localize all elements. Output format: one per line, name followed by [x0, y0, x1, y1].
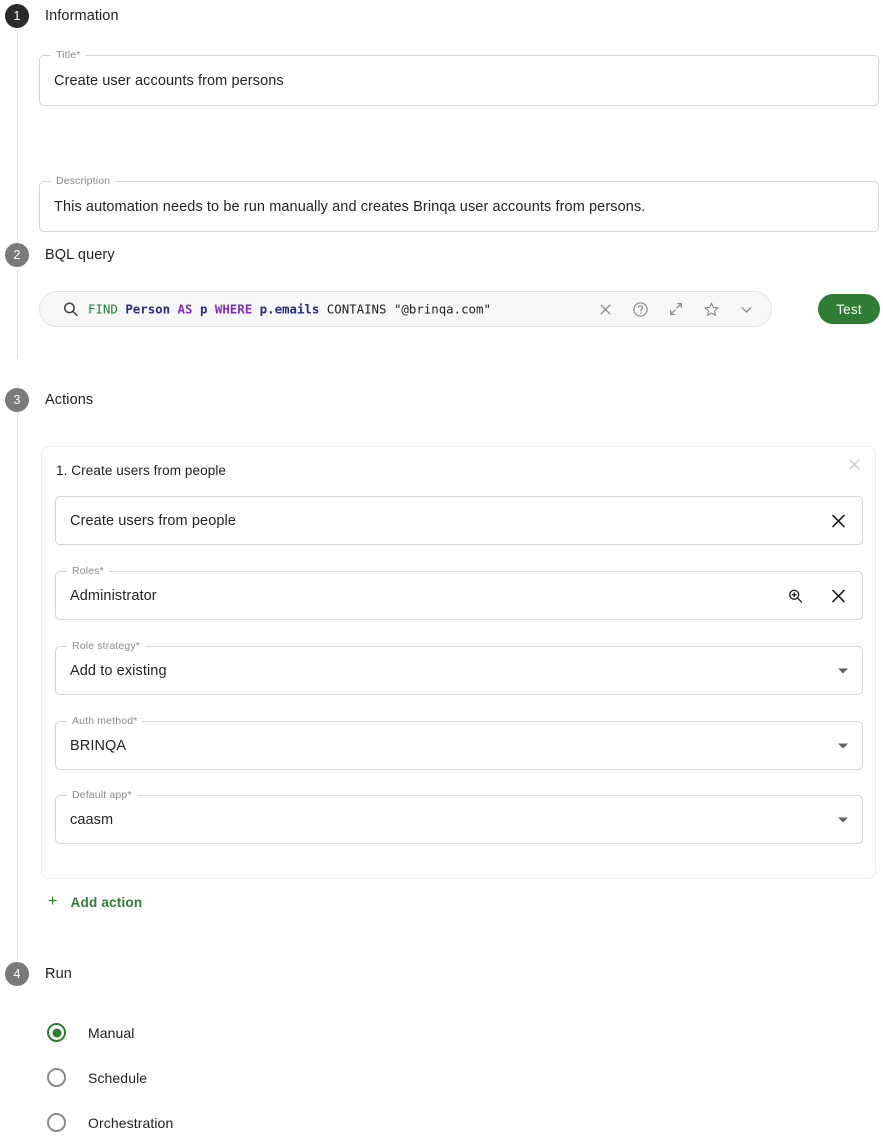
step-1-badge: 1: [5, 4, 29, 28]
default-app-field-value[interactable]: caasm: [70, 812, 113, 828]
step-2-header: 2 BQL query: [0, 243, 883, 267]
step-run: 4 Run: [0, 962, 883, 986]
default-app-field[interactable]: Default app* caasm: [55, 789, 863, 844]
role-strategy-field[interactable]: Role strategy* Add to existing: [55, 640, 863, 695]
run-option-schedule-label: Schedule: [88, 1069, 148, 1086]
auth-method-dropdown-icon[interactable]: [838, 743, 848, 748]
role-strategy-dropdown-icon[interactable]: [838, 668, 848, 673]
step-4-badge: 4: [5, 962, 29, 986]
add-action-button[interactable]: + Add action: [48, 894, 142, 910]
step-actions: 3 Actions: [0, 388, 883, 412]
clear-icon[interactable]: [598, 302, 613, 317]
step-information: 1 Information: [0, 4, 883, 28]
action-name-field-value[interactable]: Create users from people: [70, 513, 236, 529]
run-option-schedule[interactable]: Schedule: [47, 1068, 147, 1087]
run-option-manual[interactable]: Manual: [47, 1023, 135, 1042]
action-card-title: 1. Create users from people: [56, 463, 227, 478]
radio-schedule-icon[interactable]: [47, 1068, 66, 1087]
add-action-label: Add action: [70, 894, 143, 910]
radio-orchestration-icon[interactable]: [47, 1113, 66, 1132]
step-1-header: 1 Information: [0, 4, 883, 28]
bql-bar-icons: [598, 292, 754, 326]
description-field-label: Description: [51, 175, 116, 187]
step-4-title: Run: [45, 966, 72, 982]
roles-field[interactable]: Roles* Administrator: [55, 565, 863, 620]
favorite-icon[interactable]: [703, 301, 720, 318]
search-roles-icon[interactable]: [787, 587, 804, 604]
step-bql-query: 2 BQL query: [0, 243, 883, 267]
step-2-badge: 2: [5, 243, 29, 267]
title-field-label: Title*: [51, 49, 86, 61]
step-connector-3: [17, 384, 18, 961]
radio-manual-icon[interactable]: [47, 1023, 66, 1042]
roles-field-label: Roles*: [67, 565, 109, 577]
step-connector-1: [17, 26, 18, 245]
default-app-dropdown-icon[interactable]: [838, 817, 848, 822]
run-option-orchestration[interactable]: Orchestration: [47, 1113, 173, 1132]
roles-field-value[interactable]: Administrator: [70, 588, 157, 604]
action-name-field[interactable]: Create users from people: [55, 496, 863, 545]
run-option-orchestration-label: Orchestration: [88, 1114, 174, 1131]
auth-method-field-label: Auth method*: [67, 715, 143, 727]
role-strategy-field-label: Role strategy*: [67, 640, 146, 652]
step-2-title: BQL query: [45, 247, 115, 263]
title-field[interactable]: Title* Create user accounts from persons: [39, 49, 879, 106]
automation-editor-page: 1 Information Title* Create user account…: [0, 0, 883, 1142]
bql-query-text[interactable]: FIND Person AS p WHERE p.emails CONTAINS…: [88, 302, 491, 317]
step-1-title: Information: [45, 8, 119, 24]
role-strategy-field-value[interactable]: Add to existing: [70, 663, 167, 679]
clear-action-name-icon[interactable]: [829, 511, 848, 530]
step-4-header: 4 Run: [0, 962, 883, 986]
test-button[interactable]: Test: [818, 294, 880, 324]
expand-icon[interactable]: [668, 301, 684, 317]
bql-query-bar[interactable]: FIND Person AS p WHERE p.emails CONTAINS…: [39, 291, 772, 327]
clear-roles-icon[interactable]: [829, 586, 848, 605]
description-field[interactable]: Description This automation needs to be …: [39, 175, 879, 232]
auth-method-field-value[interactable]: BRINQA: [70, 738, 126, 754]
description-field-value[interactable]: This automation needs to be run manually…: [54, 199, 645, 215]
action-card: 1. Create users from people Create users…: [41, 446, 876, 879]
help-icon[interactable]: [632, 301, 649, 318]
auth-method-field[interactable]: Auth method* BRINQA: [55, 715, 863, 770]
step-3-title: Actions: [45, 392, 94, 408]
step-connector-2: [17, 270, 18, 359]
title-field-value[interactable]: Create user accounts from persons: [54, 73, 284, 89]
search-icon: [62, 301, 79, 318]
remove-action-icon[interactable]: [847, 457, 865, 475]
step-3-header: 3 Actions: [0, 388, 883, 412]
chevron-down-icon[interactable]: [739, 302, 754, 317]
plus-icon: +: [48, 893, 58, 910]
step-3-badge: 3: [5, 388, 29, 412]
default-app-field-label: Default app*: [67, 789, 137, 801]
run-option-manual-label: Manual: [88, 1024, 135, 1041]
